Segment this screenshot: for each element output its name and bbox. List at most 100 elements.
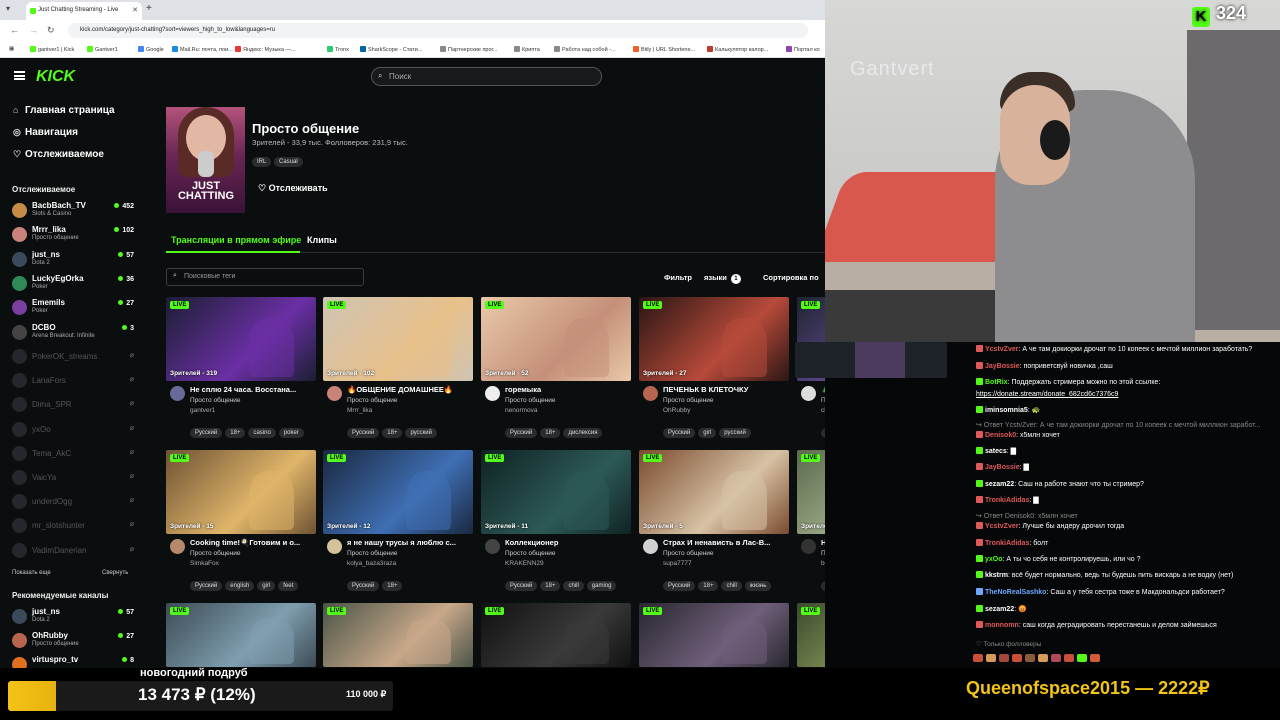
search-input[interactable]: ⌕ Поиск: [371, 67, 602, 86]
filter-button[interactable]: Фильтр: [664, 273, 692, 282]
sidebar-channel-offline[interactable]: mr_slotshunter ⌀: [12, 515, 136, 539]
stream-title[interactable]: 🔥ОБЩЕНИЕ ДОМАШНЕЕ🔥: [347, 385, 473, 394]
stream-tag[interactable]: 18+: [698, 581, 719, 591]
stream-tag[interactable]: Русский: [347, 428, 380, 438]
stream-tag[interactable]: 18+: [540, 428, 561, 438]
stream-tag[interactable]: poker: [278, 428, 304, 438]
sidebar-channel-offline[interactable]: VadimDanerian ⌀: [12, 540, 136, 564]
channel-name[interactable]: SimkaFox: [190, 560, 219, 567]
channel-name[interactable]: OhRubby: [663, 407, 690, 414]
category-tag[interactable]: IRL: [252, 157, 272, 167]
sidebar-channel[interactable]: Ememils Poker 27: [12, 297, 136, 321]
chat-username[interactable]: sezam22: [985, 606, 1014, 613]
bookmark-item[interactable]: Mail.Ru: почта, пои...: [172, 46, 233, 53]
stream-thumbnail[interactable]: LIVE Зрителей - 319: [166, 297, 316, 381]
chat-username[interactable]: YcstvZver: [985, 523, 1018, 530]
stream-title[interactable]: Страх И ненависть в Лас-В...: [663, 538, 789, 547]
stream-tag[interactable]: 18+: [382, 428, 403, 438]
streamer-avatar[interactable]: [327, 539, 342, 554]
stream-card[interactable]: LIVE: [323, 603, 473, 668]
stream-tag[interactable]: casino: [248, 428, 276, 438]
recommended-channel[interactable]: just_ns Dota 2 57: [12, 606, 136, 630]
stream-thumbnail[interactable]: LIVE: [797, 603, 825, 667]
sidebar-nav-item[interactable]: ⌂ Главная страница: [13, 105, 115, 116]
tab-live-streams[interactable]: Трансляции в прямом эфире: [171, 235, 301, 245]
stream-thumbnail[interactable]: LIVE: [323, 603, 473, 667]
chat-username[interactable]: iminsomnia5: [985, 407, 1028, 414]
bookmark-item[interactable]: Bitly | URL Shortene...: [633, 46, 695, 53]
bookmark-item[interactable]: Gantver1: [87, 46, 118, 53]
stream-category[interactable]: Просто общение: [505, 397, 556, 404]
stream-tag[interactable]: дислексия: [563, 428, 603, 438]
stream-tag[interactable]: Русский: [505, 428, 538, 438]
streamer-avatar[interactable]: [801, 386, 816, 401]
bookmark-item[interactable]: Tronx: [327, 46, 349, 53]
chat-username[interactable]: sezam22: [985, 481, 1014, 488]
stream-category[interactable]: Просто общение: [505, 550, 556, 557]
stream-category[interactable]: Просто общение: [190, 397, 241, 404]
stream-card[interactable]: LIVE Зрителей - 27 ПЕЧЕНЬК В КЛЕТОЧКУ Прост…: [639, 297, 789, 442]
tab-clips[interactable]: Клипы: [307, 235, 337, 245]
bookmark-item[interactable]: Калькулятор калор...: [707, 46, 768, 53]
stream-tag[interactable]: 18+: [225, 428, 246, 438]
stream-tag[interactable]: chill: [721, 581, 742, 591]
stream-tag[interactable]: Русский: [347, 581, 380, 591]
sidebar-nav-item[interactable]: ♡ Отслеживаемое: [13, 149, 104, 160]
sidebar-nav-item[interactable]: ◎ Навигация: [13, 127, 78, 138]
stream-tag[interactable]: Русский: [505, 581, 538, 591]
back-icon[interactable]: ←: [10, 25, 19, 35]
sidebar-channel-offline[interactable]: Tema_AkC ⌀: [12, 443, 136, 467]
sidebar-channel[interactable]: LuckyEgOrka Poker 36: [12, 273, 136, 297]
category-tag[interactable]: Casual: [274, 157, 303, 167]
stream-card[interactable]: LIVE: [797, 603, 825, 668]
streamer-avatar[interactable]: [801, 539, 816, 554]
sidebar-channel-offline[interactable]: underdOgg ⌀: [12, 491, 136, 515]
follow-button[interactable]: ♡ Отслеживать: [252, 181, 334, 197]
channel-name[interactable]: kolya_baza3raza: [347, 560, 396, 567]
sidebar-channel[interactable]: BacbBach_TV Slots & Casino 452: [12, 200, 136, 224]
recommended-channel[interactable]: virtuspro_tv 8: [12, 654, 136, 668]
chat-username[interactable]: YcstvZver: [985, 346, 1018, 353]
sidebar-channel-offline[interactable]: PokerOK_streams ⌀: [12, 346, 136, 370]
bookmark-item[interactable]: Работа над собой -...: [554, 46, 616, 53]
bookmark-item[interactable]: SharkScope - Стати...: [360, 46, 422, 53]
bookmark-item[interactable]: Google: [138, 46, 164, 53]
stream-tag[interactable]: жизнь: [744, 581, 772, 591]
stream-card[interactable]: LIVE Зрителей - 5 Страх И ненависть в Лас-…: [639, 450, 789, 595]
bookmark-item[interactable]: Партнерские прог...: [440, 46, 497, 53]
sort-dropdown[interactable]: Сортировка по: [763, 273, 819, 282]
stream-category[interactable]: Просто общение: [190, 550, 241, 557]
stream-card[interactable]: LIVE Зрителей - 11 Коллекционер Просто обще…: [481, 450, 631, 595]
stream-card[interactable]: LIVE Зрителей - 319 Не сплю 24 часа. Восст…: [166, 297, 316, 442]
stream-tag[interactable]: 18+: [382, 581, 403, 591]
stream-title[interactable]: Коллекционер: [505, 538, 631, 547]
streamer-avatar[interactable]: [643, 539, 658, 554]
stream-title[interactable]: горемыка: [505, 385, 631, 394]
bookmark-item[interactable]: Крипта: [514, 46, 540, 53]
stream-thumbnail[interactable]: LIVE Зрителей - 12: [323, 450, 473, 534]
stream-card[interactable]: LIVE Зрителей - 15 Cooking time!🍳Готовим и…: [166, 450, 316, 595]
sidebar-channel-offline[interactable]: yxOo ⌀: [12, 419, 136, 443]
chat-text[interactable]: https://donate.stream/donate_682cd6c7376…: [976, 391, 1118, 398]
channel-name[interactable]: Mrrr_lika: [347, 407, 372, 414]
stream-thumbnail[interactable]: LIVE: [166, 603, 316, 667]
chat-username[interactable]: yxOo: [985, 556, 1003, 563]
stream-title[interactable]: ПЕЧЕНЬК В КЛЕТОЧКУ: [663, 385, 789, 394]
chat-username[interactable]: TronkiAdidas: [985, 540, 1029, 547]
sidebar-channel[interactable]: Mrrr_lika Просто общение 102: [12, 224, 136, 248]
bookmark-item[interactable]: gantver1 | Kick: [30, 46, 74, 53]
sidebar-channel-offline[interactable]: Dima_SPR ⌀: [12, 394, 136, 418]
stream-tag[interactable]: gaming: [586, 581, 617, 591]
sidebar-channel-offline[interactable]: LanaFors ⌀: [12, 370, 136, 394]
close-tab-icon[interactable]: ✕: [132, 6, 138, 14]
streamer-avatar[interactable]: [485, 539, 500, 554]
streamer-avatar[interactable]: [170, 386, 185, 401]
stream-thumbnail[interactable]: LIVE: [481, 603, 631, 667]
stream-card[interactable]: LIVEЗрителей - 5Новогодний мир танков🔥 п…: [797, 450, 825, 595]
stream-card[interactable]: LIVE Зрителей - 12 я не нашу трусы я люблю…: [323, 450, 473, 595]
stream-title[interactable]: Не сплю 24 часа. Восстана...: [190, 385, 316, 394]
sidebar-channel-offline[interactable]: VaicYa ⌀: [12, 467, 136, 491]
stream-card[interactable]: LIVE: [166, 603, 316, 668]
stream-tag[interactable]: Русский: [190, 428, 223, 438]
stream-tag[interactable]: girl: [698, 428, 717, 438]
